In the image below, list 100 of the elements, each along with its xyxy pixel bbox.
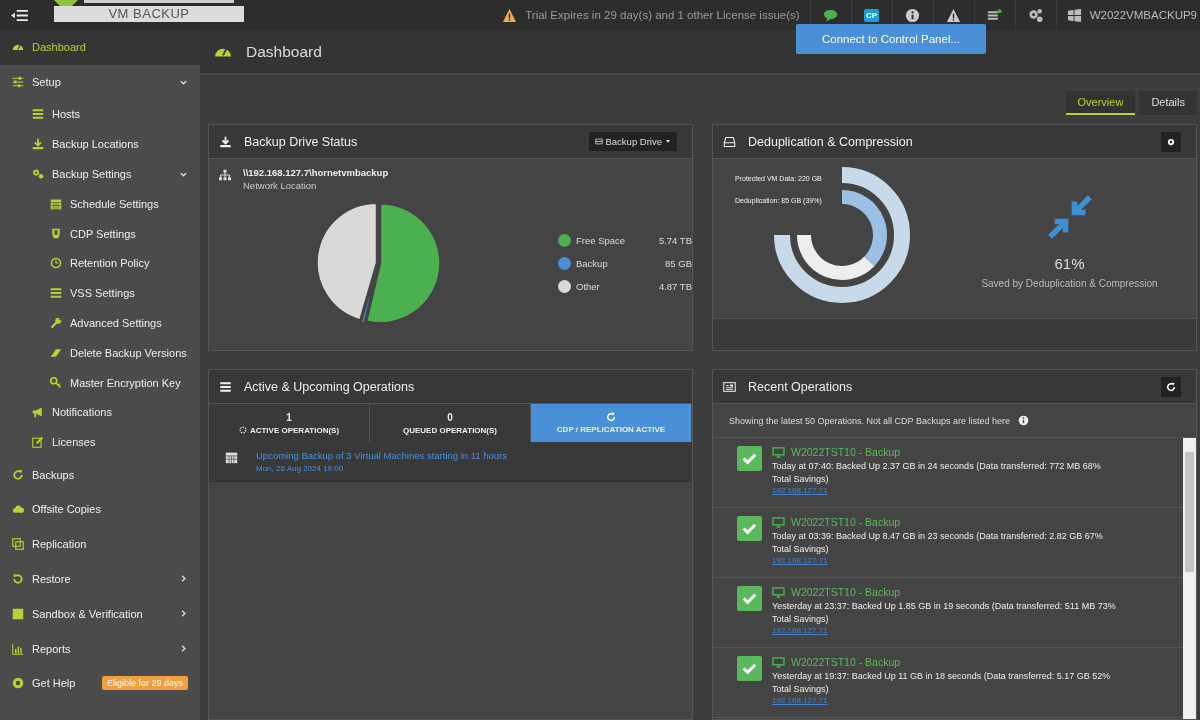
shield-icon	[50, 227, 62, 240]
nav-item[interactable]: Backups	[0, 457, 200, 492]
info-icon[interactable]	[1018, 415, 1029, 426]
operation-count: 0	[447, 411, 453, 423]
location-type: Network Location	[243, 180, 318, 191]
operations-note: Showing the latest 50 Operations. Not all CDP Backups are listed here	[729, 415, 1010, 426]
settings-button[interactable]	[1161, 131, 1181, 152]
nav-item[interactable]: Advanced Settings	[0, 308, 200, 338]
refresh-icon	[606, 412, 616, 422]
scrollbar[interactable]	[1183, 438, 1196, 719]
operation-title[interactable]: W2022TST10 - Backup	[791, 516, 901, 528]
nav-item[interactable]: Reports	[0, 631, 200, 666]
operation-detail: Today at 03:39: Backed Up 8.47 GB in 23 seconds (Data transferred: 2.82 GB 67% Total Savings)	[772, 530, 1104, 555]
nav-item[interactable]: Replication	[0, 526, 200, 562]
nav-item[interactable]: Retention Policy	[0, 248, 200, 279]
nav-item[interactable]: Get Help Eligible for 29 days	[0, 665, 200, 701]
tooltip: Connect to Control Panel...	[796, 24, 986, 54]
legend-value: 4.87 TB	[657, 280, 692, 292]
operation-title[interactable]: W2022TST10 - Backup	[791, 586, 901, 598]
list-icon	[219, 380, 232, 393]
newspaper-icon	[723, 380, 736, 393]
savings-percent: 61%	[1054, 255, 1085, 272]
sliders-icon	[12, 76, 24, 89]
nav-item[interactable]: Master Encryption Key	[0, 367, 200, 398]
monitor-icon	[772, 656, 785, 668]
view-tab[interactable]: Overview	[1065, 91, 1136, 115]
operation-label: ACTIVE OPERATION(S)	[249, 425, 340, 435]
logo-text: VM BACKUP	[108, 6, 190, 22]
trial-badge: Eligible for 29 days	[101, 676, 188, 691]
network-icon	[219, 169, 231, 181]
nav-item[interactable]: Licenses	[0, 427, 200, 458]
operation-title[interactable]: W2022TST10 - Backup	[791, 656, 901, 668]
drive-dropdown[interactable]: Backup Drive	[588, 132, 677, 151]
spinner-icon	[238, 426, 247, 434]
menu-icon[interactable]	[10, 8, 28, 22]
operation-entry[interactable]: W2022TST10 - Backup Today at 07:40: Backed Up 2.37 GB in 24 seconds (Data transferred: 772 MB 68% Total Savings) 192.168.127.71	[713, 438, 1183, 508]
legend-value: 85 GB	[664, 257, 692, 269]
operation-detail: Yesterday at 23:37: Backed Up 1.85 GB in 19 seconds (Data transferred: 511 MB 73% Total Savings)	[772, 600, 1117, 625]
nav-item[interactable]: Restore	[0, 561, 200, 597]
cloud-upload-icon	[12, 503, 24, 516]
operation-entry[interactable]: W2022TST10 - Backup Today at 03:39: Backed Up 8.47 GB in 23 seconds (Data transferred: 2.82 GB 67% Total Savings) 192.168.127.71	[713, 508, 1183, 578]
nav-item[interactable]: Schedule Settings	[0, 189, 200, 219]
legend-label: Free Space	[576, 234, 627, 246]
nav-item[interactable]: Sandbox & Verification	[0, 596, 200, 632]
operation-label: CDP / REPLICATION ACTIVE	[556, 425, 666, 434]
chat-icon[interactable]	[823, 7, 839, 23]
operation-label: QUEUED OPERATION(S)	[402, 425, 498, 435]
nav-item[interactable]: Backup Locations	[0, 129, 200, 160]
list-icon	[32, 108, 44, 121]
location-path: \\192.168.127.7\hornetvmbackup	[243, 167, 389, 178]
gear-icon	[1166, 136, 1176, 147]
monitor-icon	[772, 446, 785, 458]
legend-label: Backup	[576, 257, 609, 269]
box-icon	[12, 607, 24, 620]
refresh-button[interactable]	[1161, 376, 1181, 397]
card-title: Deduplication & Compression	[748, 134, 914, 149]
operation-detail: Today at 07:40: Backed Up 2.37 GB in 24 seconds (Data transferred: 772 MB 68% Total Savings)	[772, 460, 1102, 485]
operation-title[interactable]: W2022TST10 - Backup	[791, 446, 901, 458]
nav-item[interactable]: Setup	[0, 64, 200, 100]
monitor-icon	[772, 586, 785, 598]
operations-tab[interactable]: 0 QUEUED OPERATION(S)	[370, 404, 531, 442]
page-title: Dashboard	[246, 42, 322, 61]
upcoming-date: Mon, 26 Aug 2024 19:00	[256, 464, 345, 473]
caret-icon	[665, 139, 671, 144]
copy-icon	[12, 538, 24, 551]
wrench-icon	[50, 317, 62, 330]
server-list-icon[interactable]	[987, 7, 1003, 23]
license-warning[interactable]: Trial Expires in 29 day(s) and 1 other License issue(s)	[525, 9, 800, 21]
megaphone-icon	[32, 406, 44, 419]
nav-item[interactable]: Hosts	[0, 99, 200, 130]
operations-tab[interactable]: 1 ACTIVE OPERATION(S)	[209, 404, 370, 442]
list-icon	[50, 287, 62, 300]
card-title: Recent Operations	[748, 379, 854, 394]
warning-icon	[502, 7, 518, 23]
nav-item[interactable]: Notifications	[0, 397, 200, 428]
windows-icon	[1066, 7, 1082, 23]
nav-item[interactable]: Dashboard	[0, 30, 200, 65]
hostname[interactable]: W2022VMBACKUP9	[1089, 9, 1197, 21]
eraser-icon	[50, 346, 62, 359]
nav-item[interactable]: Backup Settings	[0, 159, 200, 189]
warning-icon[interactable]	[946, 7, 962, 23]
nav-item[interactable]: Offsite Copies	[0, 491, 200, 527]
help-icon	[12, 677, 24, 690]
view-tab[interactable]: Details	[1139, 91, 1197, 115]
bar-chart-icon	[12, 642, 24, 655]
undo-icon	[12, 572, 24, 585]
nav-item[interactable]: VSS Settings	[0, 278, 200, 309]
download-icon	[219, 135, 232, 148]
nav-item[interactable]: CDP Settings	[0, 218, 200, 249]
gears-icon[interactable]	[1028, 7, 1044, 23]
upcoming-backup-link[interactable]: Upcoming Backup of 3 Virtual Machines starting in 11 hours	[256, 450, 507, 461]
calendar-icon	[225, 451, 238, 464]
info-icon[interactable]	[905, 7, 921, 23]
nav-item[interactable]: Delete Backup Versions	[0, 337, 200, 368]
operation-count: 1	[286, 411, 292, 423]
operation-entry[interactable]: W2022TST10 - Backup Yesterday at 19:37: Backed Up 11 GB in 18 seconds (Data transferred: 5.17 GB 52% Total Savings) 192.168.127.71	[713, 648, 1183, 718]
operation-entry[interactable]: W2022TST10 - Backup Yesterday at 23:37: Backed Up 1.85 GB in 19 seconds (Data transferred: 511 MB 73% Total Savings) 192.168.127.71	[713, 578, 1183, 648]
calendar-icon	[50, 197, 62, 210]
key-icon	[50, 376, 62, 389]
card-title: Active & Upcoming Operations	[244, 379, 416, 394]
